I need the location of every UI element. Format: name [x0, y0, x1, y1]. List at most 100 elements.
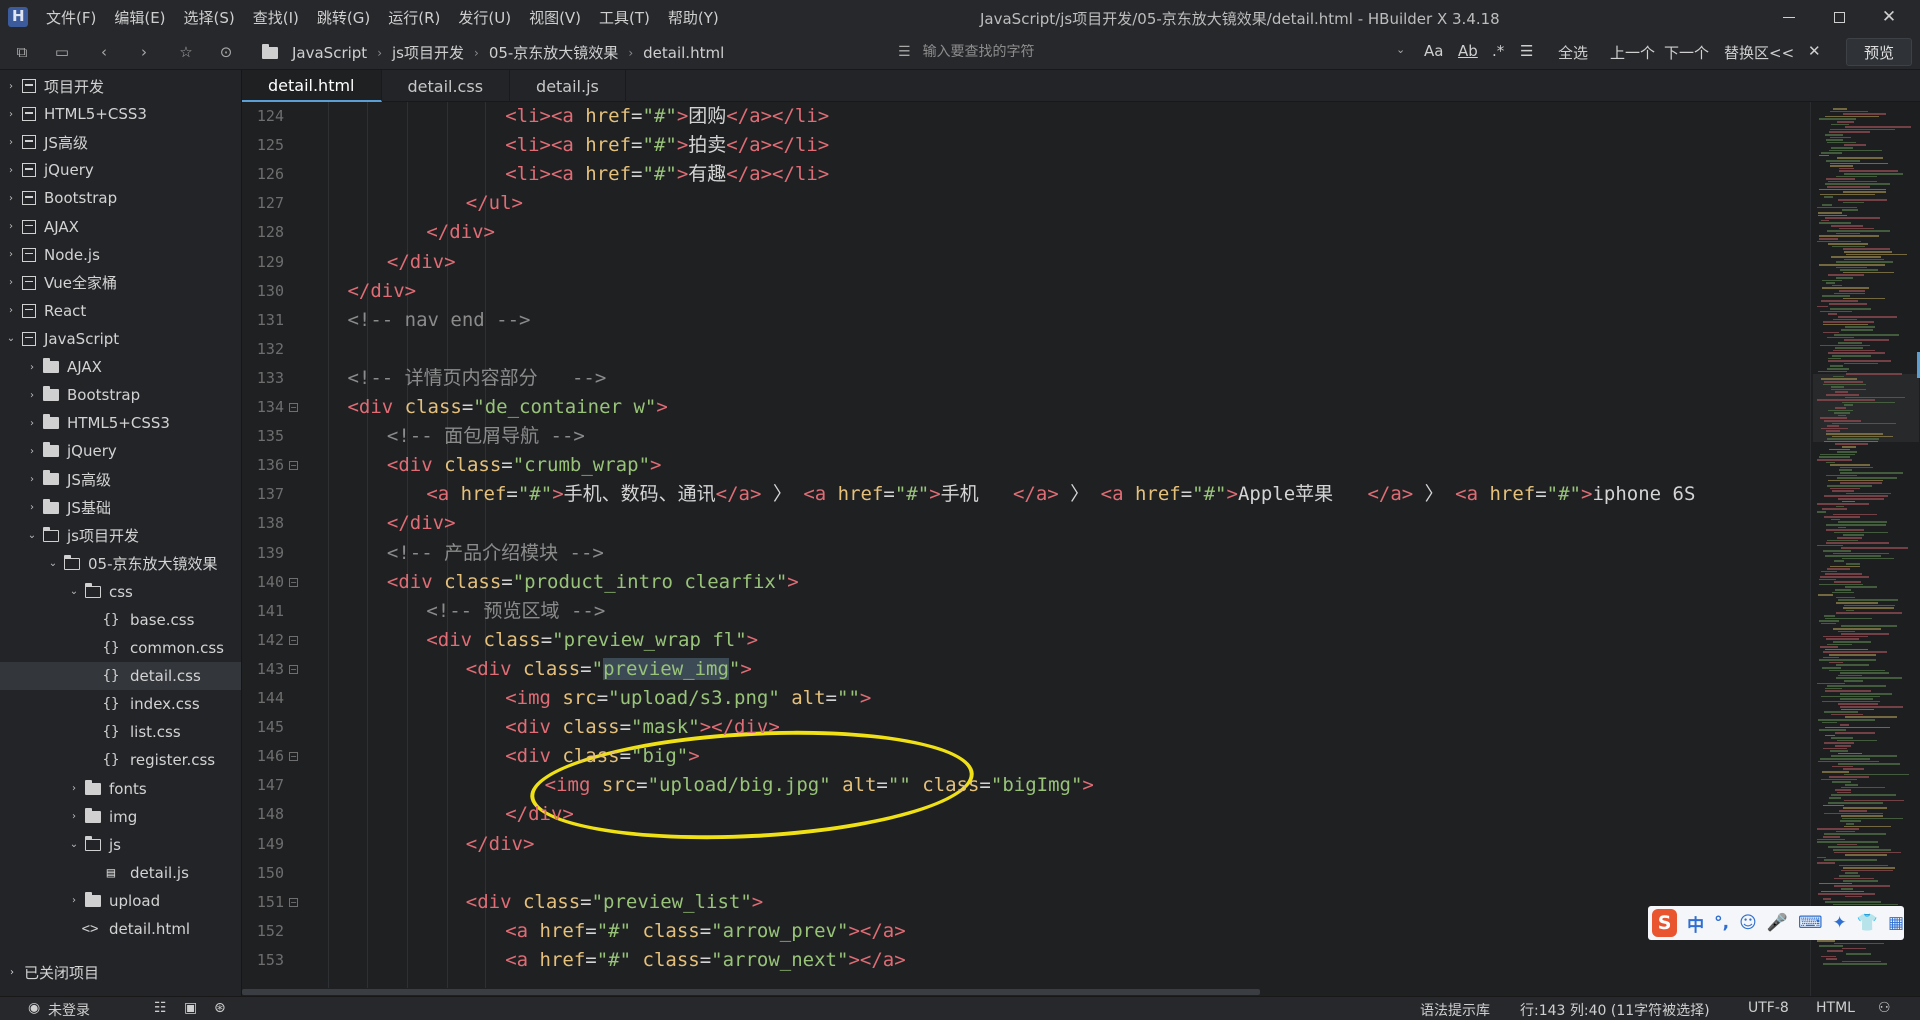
- fold-toggle-icon[interactable]: −: [289, 752, 298, 762]
- tree-item[interactable]: {} common.css: [0, 634, 241, 662]
- code-line[interactable]: </div>: [387, 509, 456, 538]
- breadcrumb-item[interactable]: 05-京东放大镜效果: [489, 42, 619, 63]
- menu-run[interactable]: 运行(R): [388, 7, 440, 28]
- code-line[interactable]: </div>: [347, 277, 416, 306]
- code-line[interactable]: <li><a href="#">有趣</a></li>: [505, 160, 829, 189]
- chevron-right-icon[interactable]: ›: [6, 249, 16, 260]
- breadcrumb-item[interactable]: JavaScript: [292, 44, 367, 62]
- search-input[interactable]: [922, 44, 1383, 60]
- emoji-icon[interactable]: ☺: [1739, 913, 1757, 933]
- code-line[interactable]: <div class="product_intro clearfix">: [387, 568, 799, 597]
- code-line[interactable]: </ul>: [466, 189, 523, 218]
- maximize-button[interactable]: [1814, 3, 1864, 31]
- chevron-right-icon[interactable]: ›: [69, 811, 79, 822]
- forward-icon[interactable]: ›: [134, 42, 154, 62]
- code-line[interactable]: </div>: [505, 800, 574, 829]
- menu-find[interactable]: 查找(I): [253, 7, 299, 28]
- chevron-right-icon[interactable]: ›: [6, 193, 16, 204]
- minimap[interactable]: [1810, 102, 1920, 996]
- chevron-down-icon[interactable]: ⌄: [1396, 43, 1405, 56]
- save-icon[interactable]: ▭: [52, 42, 72, 62]
- tree-item[interactable]: › img: [0, 803, 241, 831]
- tree-item[interactable]: › 项目开发: [0, 72, 241, 100]
- fold-toggle-icon[interactable]: −: [289, 635, 298, 645]
- tree-item[interactable]: › Vue全家桶: [0, 269, 241, 297]
- chevron-right-icon[interactable]: ›: [27, 390, 37, 401]
- minimize-button[interactable]: [1764, 3, 1814, 31]
- tree-item[interactable]: › Bootstrap: [0, 381, 241, 409]
- tree-item[interactable]: › JS基础: [0, 494, 241, 522]
- chevron-right-icon[interactable]: ›: [6, 221, 16, 232]
- select-all-button[interactable]: 全选: [1558, 42, 1588, 63]
- code-line[interactable]: <div class="big">: [505, 742, 700, 771]
- tree-item[interactable]: ▤ detail.js: [0, 859, 241, 887]
- tree-item[interactable]: › JS高级: [0, 128, 241, 156]
- tab-detail-css[interactable]: detail.css: [382, 70, 511, 102]
- tree-item[interactable]: <> detail.html: [0, 915, 241, 943]
- code-line[interactable]: <a href="#">手机、数码、通讯</a> 〉 <a href="#">手…: [426, 480, 1695, 509]
- chevron-right-icon[interactable]: ›: [69, 783, 79, 794]
- code-line[interactable]: <div class="preview_img">: [466, 655, 752, 684]
- find-prev-button[interactable]: 上一个: [1610, 42, 1655, 63]
- horizontal-scrollbar[interactable]: [242, 988, 1810, 996]
- tab-detail-html[interactable]: detail.html: [242, 70, 382, 102]
- notification-icon[interactable]: ⚇: [1878, 1000, 1891, 1016]
- chevron-right-icon[interactable]: ›: [27, 446, 37, 457]
- cursor-position[interactable]: 行:143 列:40 (11字符被选择): [1520, 1000, 1710, 1020]
- chevron-right-icon[interactable]: ›: [10, 967, 14, 978]
- tree-item[interactable]: ⌄ js: [0, 831, 241, 859]
- chevron-right-icon[interactable]: ›: [6, 277, 16, 288]
- tree-item[interactable]: ⌄ 05-京东放大镜效果: [0, 550, 241, 578]
- tree-item[interactable]: › HTML5+CSS3: [0, 409, 241, 437]
- tree-item[interactable]: › jQuery: [0, 156, 241, 184]
- tree-item[interactable]: {} base.css: [0, 606, 241, 634]
- login-status[interactable]: 未登录: [48, 1000, 90, 1020]
- code-line[interactable]: <!-- 面包屑导航 -->: [387, 422, 585, 451]
- chevron-right-icon[interactable]: ›: [27, 362, 37, 373]
- list-icon[interactable]: ☷: [154, 1000, 167, 1016]
- code-line[interactable]: </div>: [466, 830, 535, 859]
- match-word-toggle[interactable]: Ab: [1458, 42, 1478, 60]
- fold-toggle-icon[interactable]: −: [289, 577, 298, 587]
- chevron-right-icon[interactable]: ›: [27, 418, 37, 429]
- tree-item[interactable]: {} detail.css: [0, 662, 241, 691]
- code-line[interactable]: <li><a href="#">拍卖</a></li>: [505, 131, 829, 160]
- code-line[interactable]: <a href="#" class="arrow_next"></a>: [505, 946, 905, 975]
- find-list-icon[interactable]: ☰: [1520, 42, 1533, 60]
- chevron-down-icon[interactable]: ⌄: [6, 333, 16, 344]
- scrollbar-thumb[interactable]: [242, 989, 1260, 995]
- code-line[interactable]: <div class="preview_wrap fl">: [426, 626, 758, 655]
- tree-item[interactable]: {} index.css: [0, 690, 241, 718]
- menu-help[interactable]: 帮助(Y): [668, 7, 719, 28]
- breadcrumb-item[interactable]: detail.html: [643, 44, 724, 62]
- tree-item[interactable]: › React: [0, 297, 241, 325]
- chevron-right-icon[interactable]: ›: [27, 474, 37, 485]
- star-icon[interactable]: ☆: [176, 42, 196, 62]
- code-line[interactable]: <div class="preview_list">: [466, 888, 763, 917]
- close-find-icon[interactable]: ✕: [1808, 42, 1821, 60]
- fold-toggle-icon[interactable]: −: [289, 897, 298, 907]
- fold-toggle-icon[interactable]: −: [289, 461, 298, 471]
- shirt-icon[interactable]: 👕: [1857, 913, 1878, 933]
- chevron-right-icon[interactable]: ›: [6, 81, 16, 92]
- code-line[interactable]: <!-- 详情页内容部分 -->: [347, 364, 606, 393]
- ime-chinese-mode[interactable]: 中: [1687, 911, 1704, 936]
- run-icon[interactable]: ⊙: [216, 42, 236, 62]
- ime-punct-mode[interactable]: °,: [1714, 913, 1729, 933]
- tree-item[interactable]: › fonts: [0, 775, 241, 803]
- fold-toggle-icon[interactable]: −: [289, 664, 298, 674]
- replace-toggle-button[interactable]: 替换区<<: [1724, 42, 1794, 63]
- breadcrumb-item[interactable]: js项目开发: [392, 42, 464, 63]
- menu-goto[interactable]: 跳转(G): [317, 7, 370, 28]
- code-line[interactable]: </div>: [387, 248, 456, 277]
- menu-view[interactable]: 视图(V): [529, 7, 581, 28]
- tree-item[interactable]: › Bootstrap: [0, 184, 241, 212]
- code-line[interactable]: <div class="de_container w">: [347, 393, 667, 422]
- code-line[interactable]: <a href="#" class="arrow_prev"></a>: [505, 917, 905, 946]
- menu-publish[interactable]: 发行(U): [458, 7, 511, 28]
- keyboard-icon[interactable]: ⌨: [1798, 913, 1823, 933]
- terminal-icon[interactable]: ▣: [184, 1000, 197, 1016]
- language-mode[interactable]: HTML: [1816, 1000, 1855, 1016]
- chevron-right-icon[interactable]: ›: [6, 165, 16, 176]
- tree-item[interactable]: {} list.css: [0, 718, 241, 746]
